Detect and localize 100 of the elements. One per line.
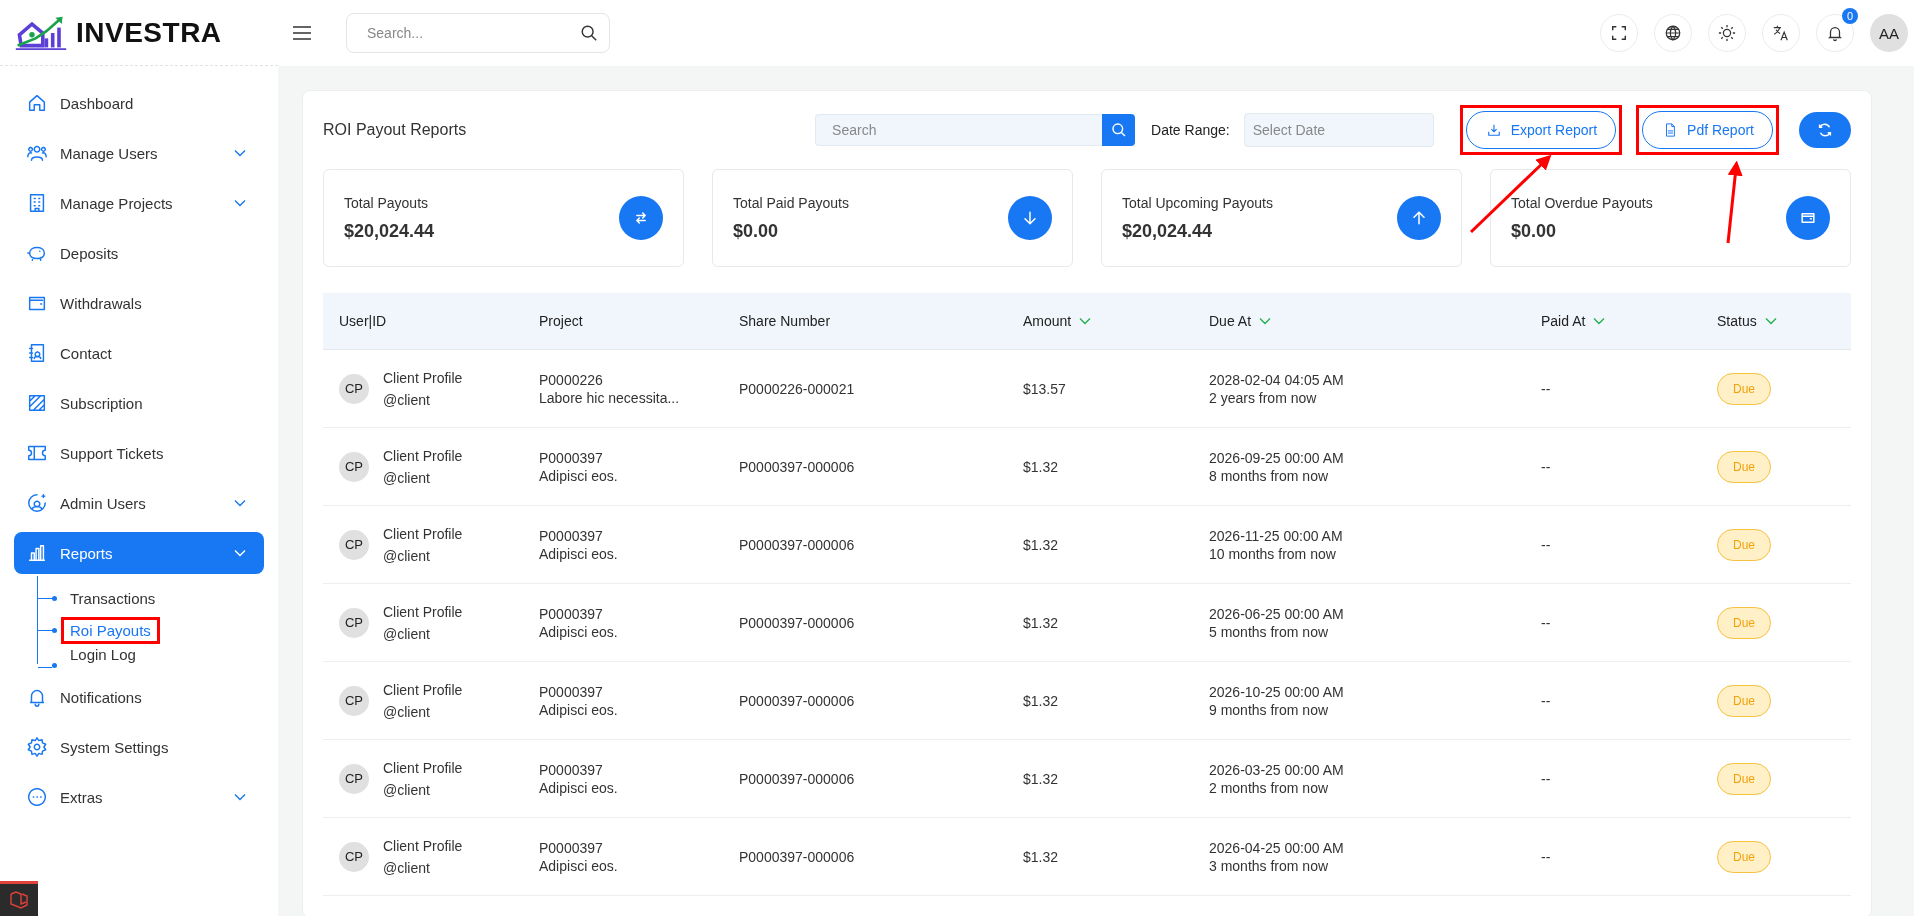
status-badge: Due [1717,840,1771,873]
user-name: Client Profile [383,447,463,464]
username: @client [383,547,430,564]
sun-icon[interactable] [1708,14,1746,52]
notification-count: 0 [1842,8,1858,24]
amount: $1.32 [1023,614,1059,631]
menu-icon[interactable] [292,25,312,41]
refresh-button[interactable] [1799,112,1851,148]
stat-label: Total Upcoming Payouts [1122,194,1274,211]
search-button[interactable] [1102,114,1136,146]
user-name: Client Profile [383,603,463,620]
pdf-file-icon [1663,123,1678,137]
column-header[interactable]: Amount [1023,313,1209,329]
username: @client [383,859,430,876]
amount: $1.32 [1023,458,1059,475]
submenu-item[interactable]: Login Log [70,646,136,663]
status-badge: Due [1717,606,1771,639]
user-avatar: CP [339,607,369,638]
stat-label: Total Paid Payouts [733,194,850,211]
sidebar-item[interactable]: Manage Projects [14,182,264,224]
pdf-button[interactable]: Pdf Report [1642,111,1773,149]
paid-date: -- [1541,614,1551,631]
due-date: 2026-10-25 00:00 AM [1209,683,1344,700]
paid-date: -- [1541,536,1551,553]
sidebar-item[interactable]: Admin Users [14,482,264,524]
search-icon [1110,122,1127,138]
paid-date: -- [1541,692,1551,709]
download-icon [1486,123,1501,137]
stat-value: $20,024.44 [1122,220,1214,242]
share-number: P0000397-000006 [739,770,855,787]
sidebar-item[interactable]: Dashboard [14,82,264,124]
bell-icon[interactable] [1816,14,1854,52]
project-code: P0000397 [539,683,603,700]
sidebar-item[interactable]: Reports [14,532,264,574]
sidebar-item[interactable]: Withdrawals [14,282,264,324]
sidebar-item[interactable]: Contact [14,332,264,374]
fullscreen-icon[interactable] [1600,14,1638,52]
due-date: 2026-06-25 00:00 AM [1209,605,1344,622]
stat-value: $20,024.44 [344,220,436,242]
username: @client [383,625,430,642]
user-avatar: CP [339,685,369,716]
due-relative: 10 months from now [1209,545,1336,562]
sidebar-item[interactable]: Subscription [14,382,264,424]
wallet-icon [1786,196,1830,240]
page-title: ROI Payout Reports [323,121,467,139]
username: @client [383,469,430,486]
search-field[interactable]: Search [815,114,1103,146]
due-date: 2028-02-04 04:05 AM [1209,371,1344,388]
sidebar-item[interactable]: Manage Users [14,132,264,174]
project-name: Adipisci eos. [539,779,618,796]
project-code: P0000397 [539,449,603,466]
project-code: P0000397 [539,761,603,778]
sidebar-item[interactable]: Deposits [14,232,264,274]
amount: $1.32 [1023,536,1059,553]
export-button[interactable]: Export Report [1465,111,1617,149]
stat-value: $0.00 [1511,220,1558,242]
project-name: Adipisci eos. [539,857,618,874]
debugbar-icon[interactable] [0,881,38,916]
status-badge: Due [1717,372,1771,405]
submenu-item[interactable]: Transactions [70,589,156,607]
project-code: P0000397 [539,839,603,856]
due-date: 2026-03-25 00:00 AM [1209,761,1344,778]
column-header: User|ID [339,313,388,329]
column-header: Share Number [739,313,832,329]
user-avatar: CP [339,763,369,794]
arrow-down-icon [1008,196,1052,240]
due-date: 2026-04-25 00:00 AM [1209,839,1344,856]
column-header[interactable]: Status [1717,313,1851,329]
due-date: 2026-11-25 00:00 AM [1209,527,1343,544]
date-field[interactable]: Select Date [1243,113,1434,147]
stat-label: Total Overdue Payouts [1511,194,1654,211]
sidebar-item[interactable]: Support Tickets [14,432,264,474]
project-code: P0000226 [539,371,603,388]
swap-arrows-icon [619,196,663,240]
search-icon[interactable] [580,24,598,42]
sidebar-item[interactable]: Notifications [14,676,264,718]
sidebar-item[interactable]: Extras [14,776,264,818]
due-relative: 8 months from now [1209,467,1329,484]
search-field[interactable]: Search... [346,13,610,53]
user-avatar[interactable]: AA [1870,14,1908,52]
user-name: Client Profile [383,837,463,854]
user-avatar: CP [339,373,369,404]
project-code: P0000397 [539,605,603,622]
user-gear-icon [26,492,48,514]
bar-chart-icon [26,542,48,564]
user-name: Client Profile [383,369,463,386]
paid-date: -- [1541,458,1551,475]
project-name: Adipisci eos. [539,545,618,562]
brand-name: INVESTRA [76,16,222,49]
column-header[interactable]: Paid At [1541,313,1717,329]
striped-card-icon [26,392,48,414]
submenu-item[interactable]: Roi Payouts [70,621,151,639]
column-header: Project [539,313,584,329]
globe-icon[interactable] [1654,14,1692,52]
user-avatar: CP [339,451,369,482]
column-header[interactable]: Due At [1209,313,1541,329]
username: @client [383,703,430,720]
translate-icon[interactable] [1762,14,1800,52]
date-range-label: Date Range: [1151,122,1230,138]
sidebar-item[interactable]: System Settings [14,726,264,768]
